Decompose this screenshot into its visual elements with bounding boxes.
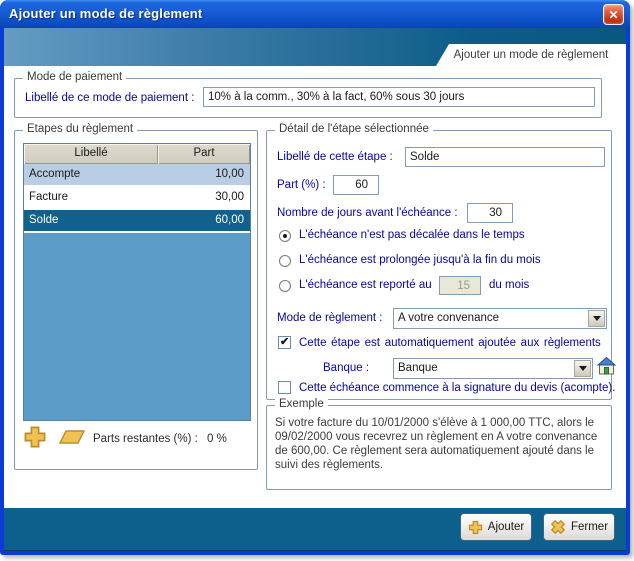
bank-select[interactable]: Banque <box>393 358 593 379</box>
header-tab-label: Ajouter un mode de règlement <box>453 49 609 61</box>
row-part: 30,00 <box>215 191 244 203</box>
groupbox-example: Exemple Si votre facture du 10/01/2000 s… <box>266 398 612 490</box>
signature-checkbox-label: Cette échéance commence à la signature d… <box>299 382 616 394</box>
chevron-down-icon[interactable] <box>574 360 591 377</box>
groupbox-step-detail-title: Détail de l'étape sélectionnée <box>275 123 433 135</box>
row-part: 10,00 <box>215 168 244 180</box>
radio-row-no-shift[interactable]: L'échéance n'est pas décalée dans le tem… <box>279 229 603 243</box>
payment-method-select[interactable]: A votre convenance <box>393 308 607 329</box>
payment-method-label: Mode de règlement : <box>277 312 383 324</box>
add-button-label: Ajouter <box>487 521 525 533</box>
dialog-content: Mode de paiement Libellé de ce mode de p… <box>4 66 626 508</box>
row-libelle: Solde <box>29 214 59 226</box>
edit-step-icon[interactable] <box>59 430 85 445</box>
row-libelle: Accompte <box>29 168 81 180</box>
groupbox-steps: Etapes du règlement Libellé Part Accompt… <box>14 123 258 470</box>
groupbox-step-detail: Détail de l'étape sélectionnée Libellé d… <box>266 123 616 400</box>
postponed-day-input <box>439 276 481 295</box>
bank-value: Banque <box>398 362 438 374</box>
add-step-icon[interactable] <box>23 425 47 449</box>
row-libelle: Facture <box>29 191 68 203</box>
close-button[interactable]: Fermer <box>543 513 615 541</box>
radio-postponed-label-before: L'échéance est reporté au <box>299 279 432 291</box>
payment-mode-input[interactable] <box>203 87 595 107</box>
row-part: 60,00 <box>215 214 244 226</box>
add-button[interactable]: Ajouter <box>460 513 532 541</box>
bank-label: Banque : <box>323 362 370 374</box>
radio-row-end-of-month[interactable]: L'échéance est prolongée jusqu'à la fin … <box>279 254 603 268</box>
close-glyph: ✕ <box>608 7 619 22</box>
step-name-label: Libellé de cette étape : <box>277 151 393 163</box>
window-title: Ajouter un mode de règlement <box>9 6 203 21</box>
example-text: Si votre facture du 10/01/2000 s'élève à… <box>275 417 598 471</box>
footer-bar: Ajouter Fermer <box>4 508 626 551</box>
column-header-part[interactable]: Part <box>158 144 250 164</box>
table-row-selected[interactable]: Solde 60,00 <box>24 210 250 233</box>
radio-row-postponed[interactable]: L'échéance est reporté au du mois <box>279 276 603 295</box>
chevron-down-icon[interactable] <box>588 310 605 327</box>
signature-checkbox[interactable] <box>278 381 291 394</box>
close-button-label: Fermer <box>570 521 609 533</box>
payment-method-value: A votre convenance <box>398 312 500 324</box>
radio-end-of-month[interactable] <box>279 255 291 267</box>
steps-table[interactable]: Libellé Part Accompte 10,00 Facture 30,0… <box>23 143 251 421</box>
radio-no-shift-label: L'échéance n'est pas décalée dans le tem… <box>299 229 525 241</box>
part-percent-label: Part (%) : <box>277 179 326 191</box>
groupbox-steps-title: Etapes du règlement <box>23 123 138 135</box>
radio-postponed-label-after: du mois <box>489 279 530 291</box>
auto-add-checkbox[interactable] <box>278 336 291 349</box>
radio-no-shift[interactable] <box>279 230 291 242</box>
column-header-libelle[interactable]: Libellé <box>24 144 158 164</box>
radio-end-of-month-label: L'échéance est prolongée jusqu'à la fin … <box>299 254 541 266</box>
part-percent-input[interactable] <box>333 175 379 195</box>
header-tab: Ajouter un mode de règlement <box>436 44 626 66</box>
remaining-parts-value: 0 % <box>207 433 227 445</box>
groupbox-payment-mode: Mode de paiement Libellé de ce mode de p… <box>14 71 602 118</box>
bank-icon[interactable] <box>597 356 616 376</box>
header-band: Ajouter un mode de règlement <box>4 28 626 66</box>
x-icon <box>550 519 566 535</box>
table-row[interactable]: Accompte 10,00 <box>24 164 250 187</box>
groupbox-example-title: Exemple <box>275 398 328 410</box>
step-name-input[interactable] <box>405 147 605 167</box>
groupbox-payment-mode-title: Mode de paiement <box>23 71 127 83</box>
days-before-due-label: Nombre de jours avant l'échéance : <box>277 207 458 219</box>
close-icon[interactable]: ✕ <box>603 4 624 25</box>
radio-postponed[interactable] <box>279 280 291 292</box>
remaining-parts-label: Parts restantes (%) : <box>93 433 198 445</box>
auto-add-checkbox-label: Cette étape est automatiquement ajoutée … <box>299 337 601 349</box>
days-before-due-input[interactable] <box>467 203 513 223</box>
dialog-window: Ajouter un mode de règlement ✕ Ajouter u… <box>0 0 630 555</box>
payment-mode-label: Libellé de ce mode de paiement : <box>25 92 195 104</box>
table-row[interactable]: Facture 30,00 <box>24 187 250 210</box>
plus-icon <box>468 520 482 534</box>
steps-table-header: Libellé Part <box>24 144 250 164</box>
title-bar: Ajouter un mode de règlement ✕ <box>0 0 630 28</box>
